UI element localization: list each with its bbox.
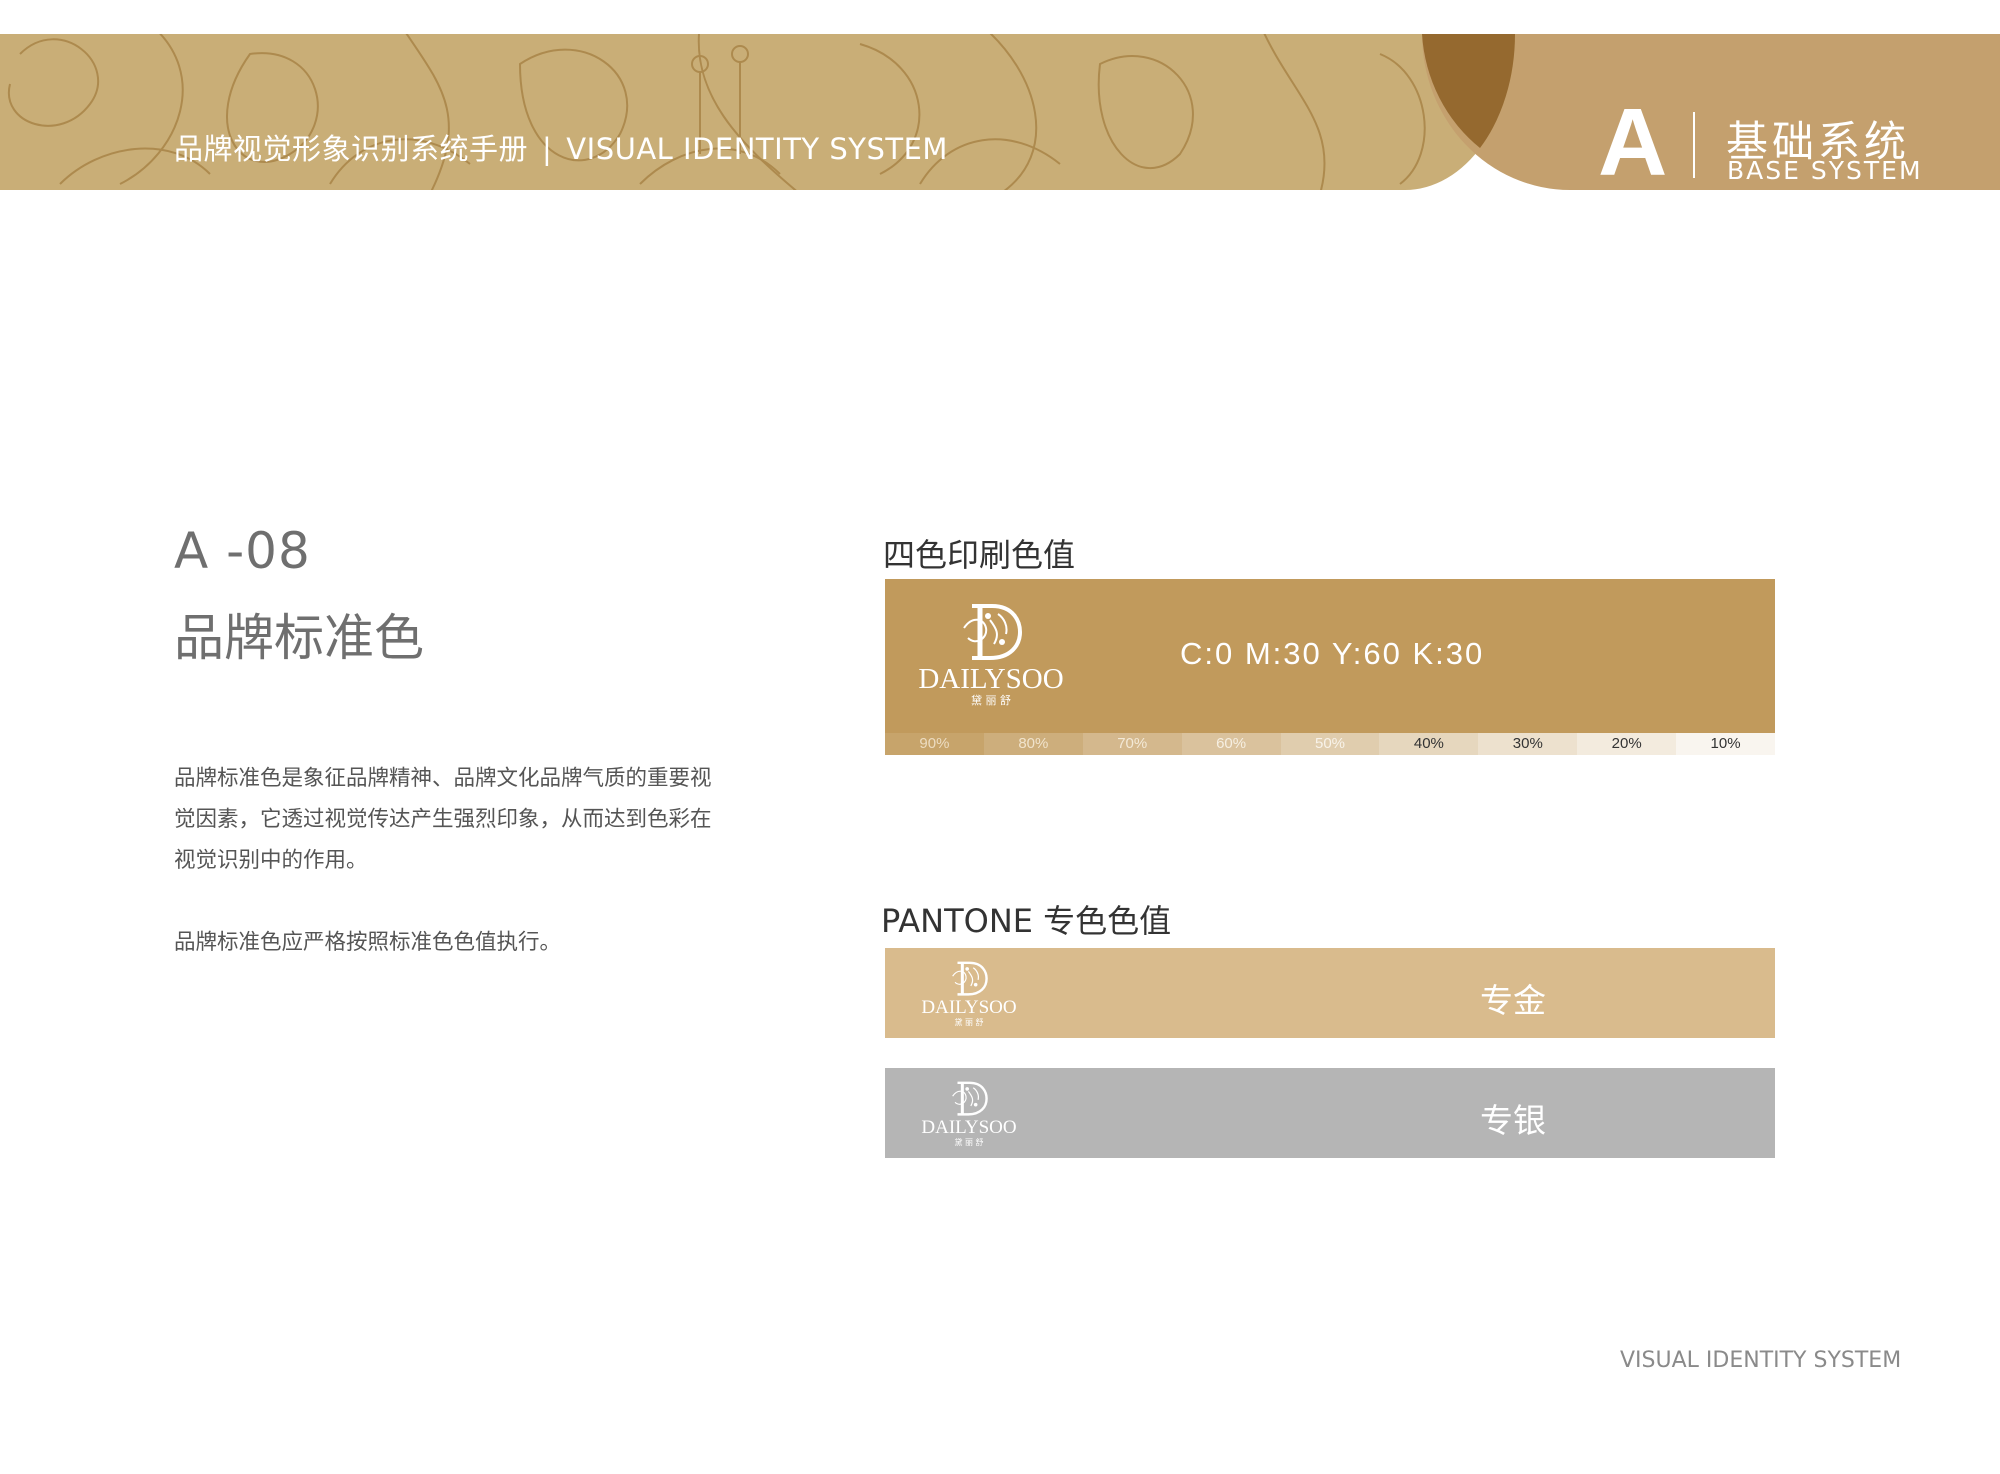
monogram-icon: [952, 961, 988, 996]
cmyk-value: C:0 M:30 Y:60 K:30: [1180, 636, 1485, 671]
usage-note: 品牌标准色应严格按照标准色色值执行。: [174, 930, 562, 955]
pantone-gold-name: 专金: [1480, 981, 1546, 1020]
header-title-en: VISUAL IDENTITY SYSTEM: [566, 132, 948, 166]
tint-90: 90%: [885, 733, 984, 755]
tint-70: 70%: [1082, 733, 1182, 755]
page-code: A -08: [174, 522, 311, 580]
logo-wordmark: DAILYSOO: [921, 1117, 1017, 1138]
monogram-icon: [952, 1081, 988, 1116]
header-divider: [1693, 112, 1695, 178]
tint-80: 80%: [983, 733, 1083, 755]
logo-wordmark: DAILYSOO: [918, 663, 1064, 695]
header-title-separator: |: [542, 132, 553, 166]
logo-cn: 黛 丽 舒: [971, 694, 1011, 707]
tint-40: 40%: [1379, 733, 1479, 755]
description-text: 品牌标准色是象征品牌精神、品牌文化品牌气质的重要视觉因素，它透过视觉传达产生强烈…: [174, 766, 712, 873]
footer-text: VISUAL IDENTITY SYSTEM: [1620, 1348, 1902, 1373]
cmyk-label: 四色印刷色值: [883, 536, 1076, 574]
brand-logo: DAILYSOO 黛 丽 舒: [906, 598, 1076, 708]
header-band: 品牌视觉形象识别系统手册 | VISUAL IDENTITY SYSTEM A 基础…: [0, 34, 2000, 190]
header-title: 品牌视觉形象识别系统手册 | VISUAL IDENTITY SYSTEM: [174, 126, 948, 168]
tint-60: 60%: [1181, 733, 1281, 755]
section-name-en: BASE SYSTEM: [1727, 156, 1923, 185]
tint-10: 10%: [1676, 733, 1776, 755]
monogram-icon: [963, 604, 1023, 660]
brand-logo-silver: DAILYSOO 黛 丽 舒: [908, 1078, 1030, 1148]
tint-50: 50%: [1280, 733, 1380, 755]
logo-cn: 黛 丽 舒: [954, 1018, 984, 1027]
pantone-label: PANTONE 专色色值: [881, 902, 1172, 940]
pantone-silver-name: 专银: [1480, 1101, 1546, 1140]
description-block: 品牌标准色是象征品牌精神、品牌文化品牌气质的重要视觉因素，它透过视觉传达产生强烈…: [174, 758, 714, 963]
page-title: 品牌标准色: [174, 609, 424, 667]
header-title-cn: 品牌视觉形象识别系统手册: [174, 132, 529, 166]
tint-30: 30%: [1478, 733, 1578, 755]
logo-wordmark: DAILYSOO: [921, 997, 1017, 1018]
tint-scale: 90% 80% 70% 60% 50% 40% 30% 20% 10%: [885, 733, 1776, 755]
section-letter: A: [1598, 89, 1668, 191]
logo-cn: 黛 丽 舒: [954, 1138, 984, 1147]
tint-20: 20%: [1577, 733, 1677, 755]
brand-logo-gold: DAILYSOO 黛 丽 舒: [908, 958, 1030, 1028]
